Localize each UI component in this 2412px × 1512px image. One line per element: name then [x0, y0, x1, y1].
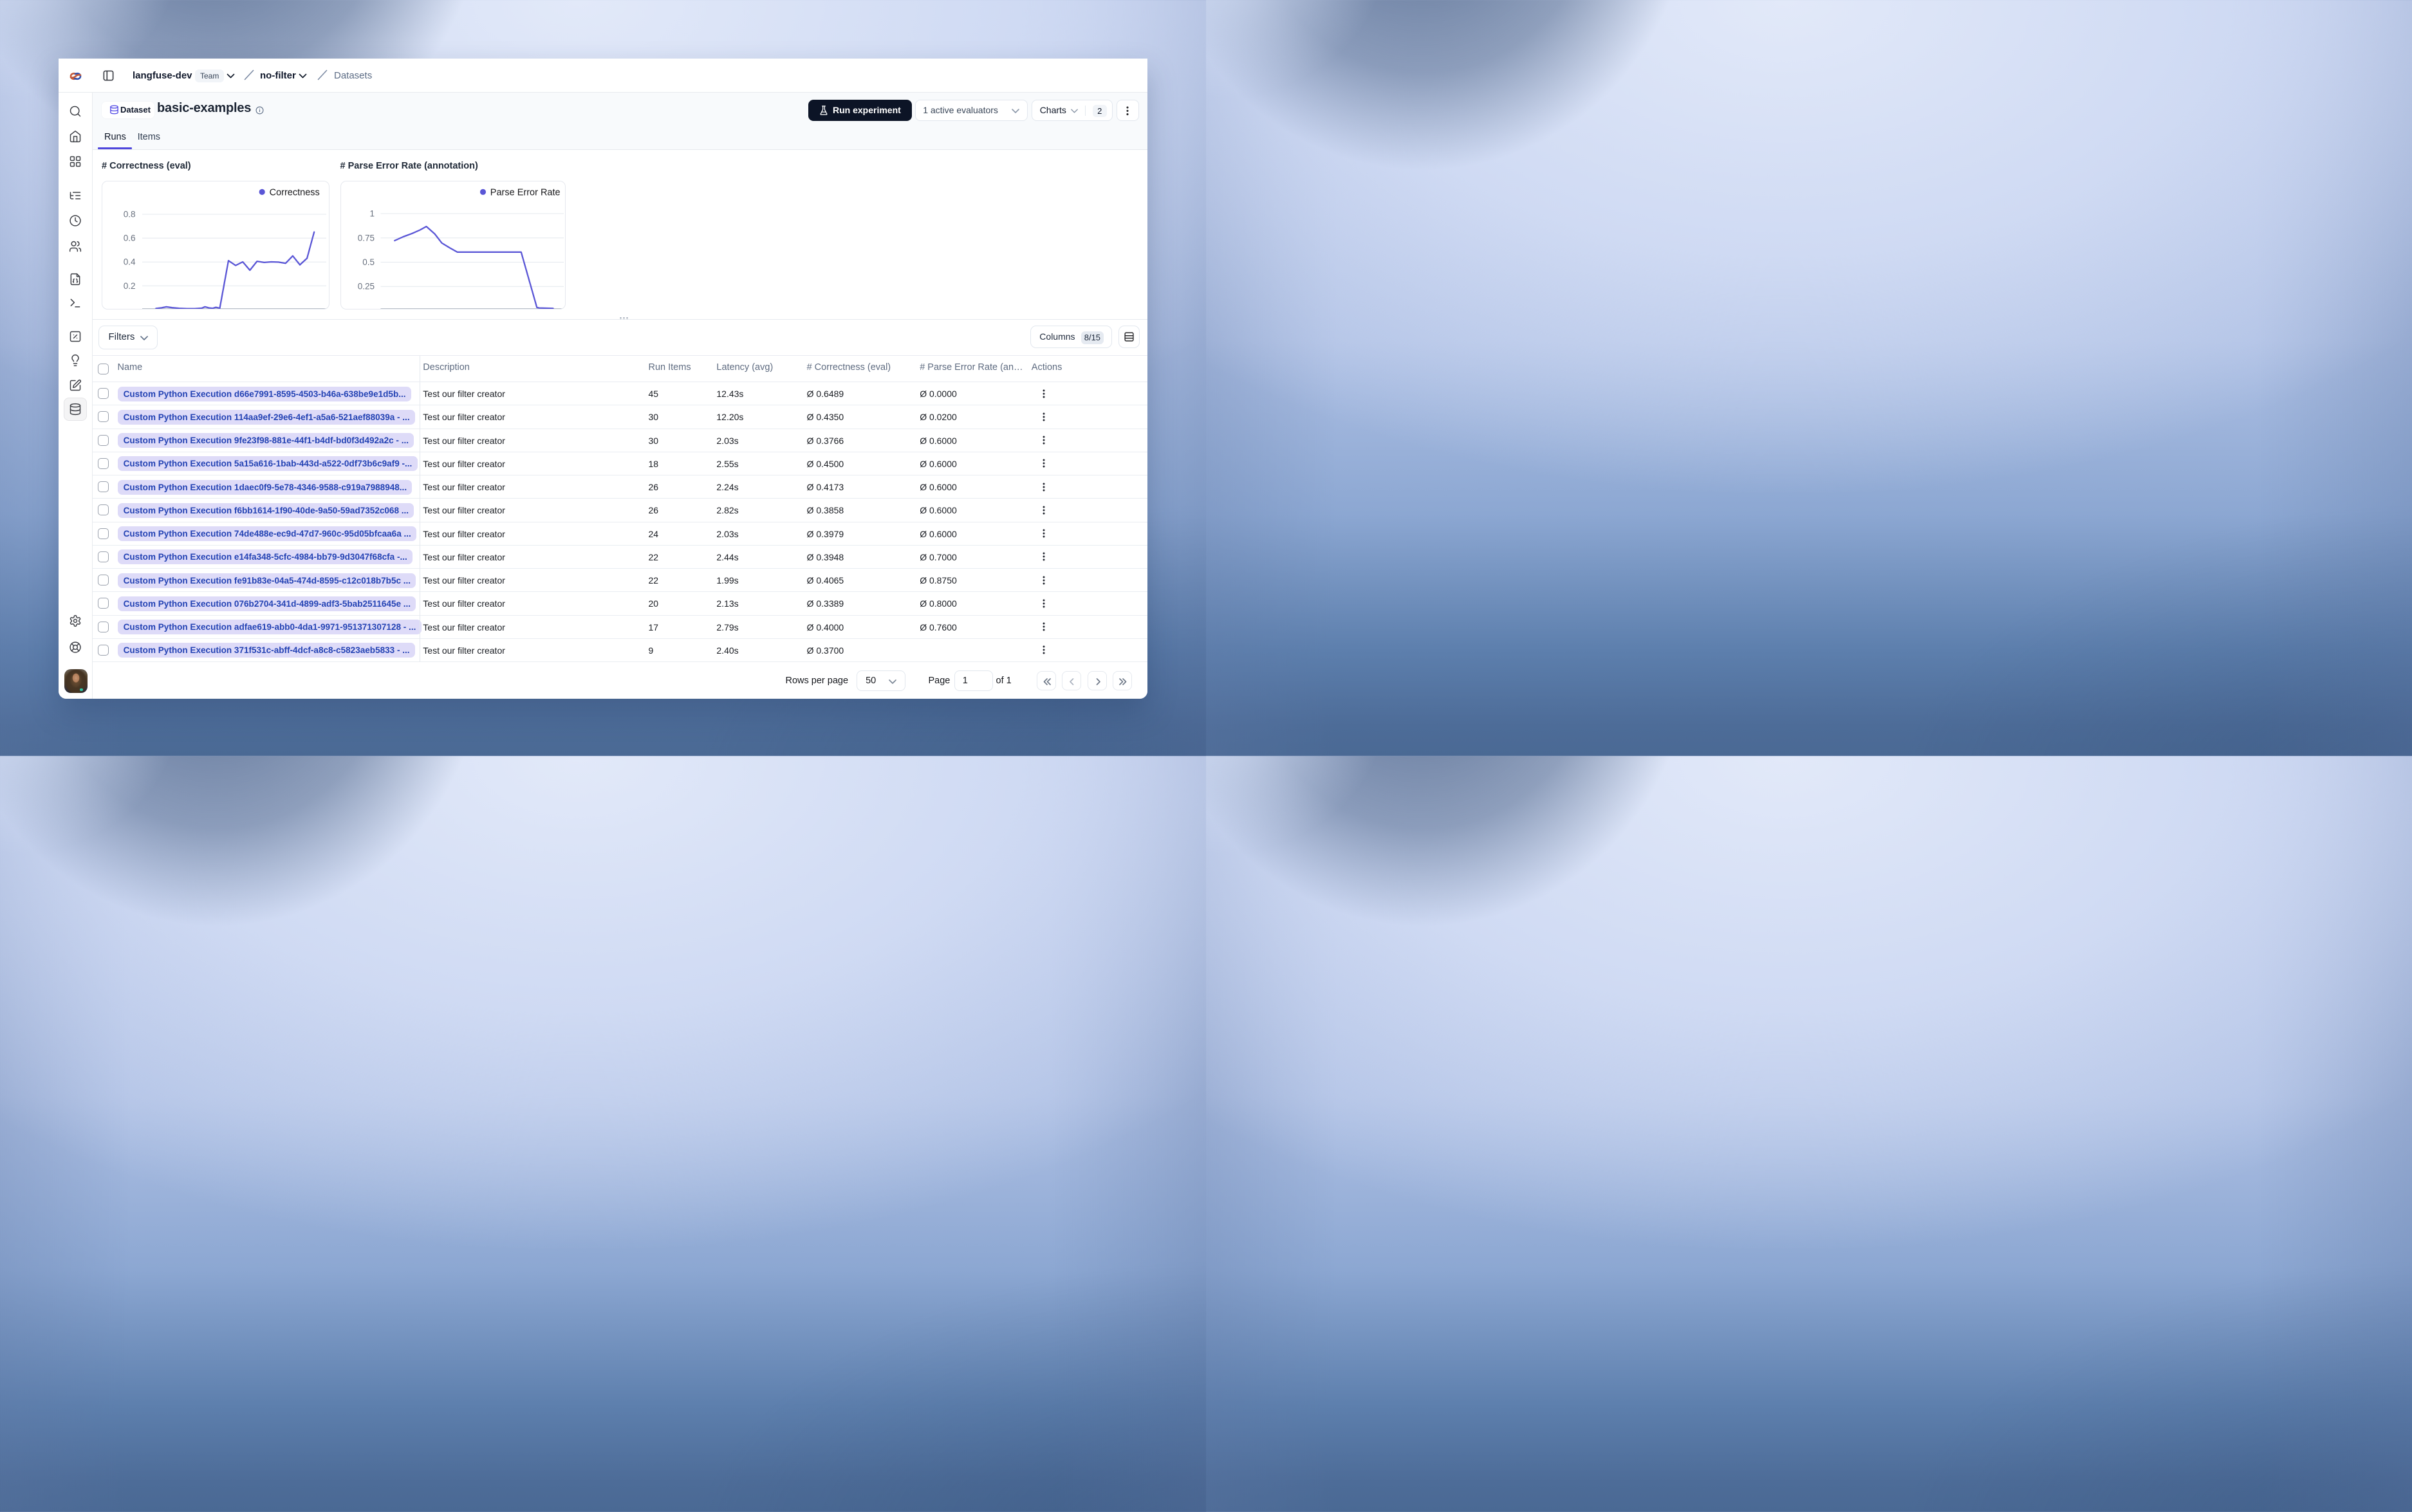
svg-text:0.25: 0.25 [357, 282, 374, 291]
svg-text:0.75: 0.75 [357, 233, 374, 243]
svg-text:0.2: 0.2 [123, 281, 135, 291]
svg-text:Parse Error Rate: Parse Error Rate [490, 187, 560, 198]
svg-text:0.8: 0.8 [123, 210, 135, 219]
svg-text:Correctness: Correctness [269, 187, 319, 198]
svg-text:0.4: 0.4 [123, 257, 135, 267]
svg-text:1: 1 [369, 209, 375, 219]
svg-text:0.6: 0.6 [123, 234, 135, 243]
svg-text:0.5: 0.5 [362, 257, 375, 267]
